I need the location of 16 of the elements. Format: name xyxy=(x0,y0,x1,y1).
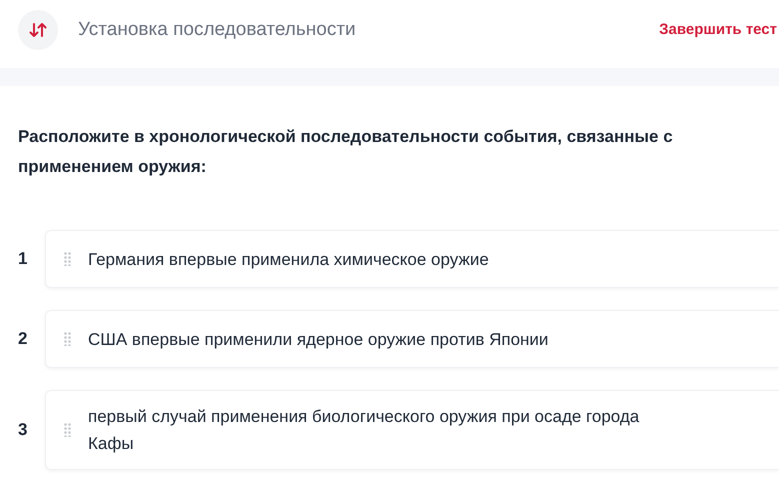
item-number: 1 xyxy=(17,248,28,270)
item-text: первый случай применения биологического оружия при осаде города Кафы xyxy=(88,406,640,455)
drag-handle-icon[interactable] xyxy=(64,332,71,346)
sortable-item[interactable]: США впервые применили ядерное оружие против Японии xyxy=(45,310,779,368)
sortable-item[interactable]: Германия впервые применила химическое оружие xyxy=(45,230,779,288)
sortable-item[interactable]: первый случай применения биологического оружия при осаде города Кафы xyxy=(45,390,779,470)
sort-icon xyxy=(18,10,58,50)
item-number: 3 xyxy=(17,419,28,442)
page-title: Установка последовательности xyxy=(78,18,356,42)
item-number: 2 xyxy=(17,328,28,350)
drag-handle-icon[interactable] xyxy=(64,423,71,437)
question-text: Расположите в хронологической последовательности события, связанные с применением оружия: xyxy=(17,126,674,178)
item-text: Германия впервые применила химическое оружие xyxy=(88,248,489,270)
drag-handle-icon[interactable] xyxy=(64,252,71,266)
item-text: США впервые применили ядерное оружие против Японии xyxy=(88,328,548,350)
finish-test-button[interactable]: Завершить тест xyxy=(659,18,777,42)
